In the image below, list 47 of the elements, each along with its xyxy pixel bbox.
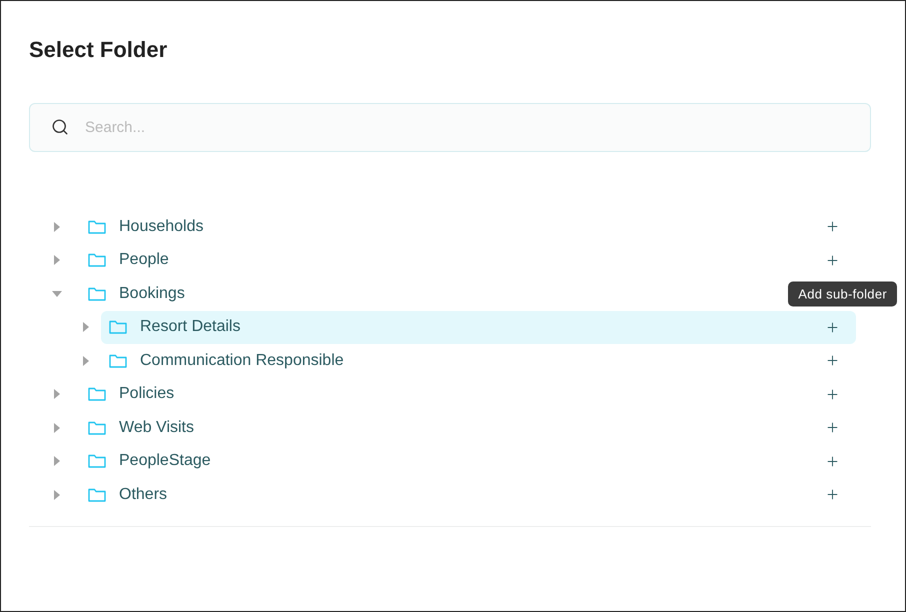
folder-label: Households (119, 218, 204, 236)
folder-icon (88, 253, 106, 268)
folder-label: Web Visits (119, 418, 194, 437)
add-button[interactable] (825, 454, 840, 469)
caret-icon[interactable] (81, 322, 91, 332)
caret-icon[interactable] (52, 288, 62, 299)
folder-row[interactable]: People (80, 244, 856, 277)
add-button[interactable] (825, 487, 840, 502)
folder-row[interactable]: Web Visits (80, 411, 856, 444)
folder-label: Policies (119, 385, 174, 404)
folder-label: Others (119, 486, 168, 504)
add-button[interactable] (825, 386, 840, 402)
add-button[interactable] (825, 219, 840, 234)
folder-icon (88, 387, 106, 402)
add-button[interactable] (825, 320, 840, 335)
folder-label: Resort Details (140, 318, 240, 336)
folder-icon (88, 286, 106, 301)
folder-row[interactable]: Others (80, 478, 856, 512)
caret-icon[interactable] (52, 389, 62, 400)
folder-icon (109, 354, 127, 368)
folder-icon (109, 320, 127, 334)
search-icon (51, 118, 69, 136)
folder-row[interactable]: Households (80, 210, 856, 244)
folder-icon (88, 420, 106, 435)
folder-icon (88, 488, 106, 502)
search-field[interactable]: Search... (29, 103, 871, 152)
caret-icon[interactable] (52, 422, 62, 433)
folder-label: Bookings (119, 284, 185, 303)
caret-icon[interactable] (52, 222, 62, 232)
folder-row[interactable]: Communication Responsible (101, 344, 856, 378)
folder-label: Communication Responsible (140, 352, 344, 370)
add-button[interactable] (825, 252, 840, 268)
tooltip: Add sub-folder (788, 281, 897, 306)
caret-icon[interactable] (52, 490, 62, 500)
folder-row[interactable]: Policies (80, 378, 856, 411)
folder-label: People (119, 251, 169, 270)
folder-row[interactable]: PeopleStage (80, 444, 856, 478)
caret-icon[interactable] (81, 356, 91, 366)
folder-label: PeopleStage (119, 452, 211, 470)
folder-icon (88, 454, 106, 468)
caret-icon[interactable] (52, 255, 62, 266)
add-button[interactable] (825, 353, 840, 368)
dialog-title: Select Folder (29, 37, 168, 63)
folder-icon (88, 220, 106, 234)
caret-icon[interactable] (52, 456, 62, 466)
folder-row[interactable]: Resort Details (101, 310, 856, 344)
add-button[interactable] (825, 420, 840, 436)
